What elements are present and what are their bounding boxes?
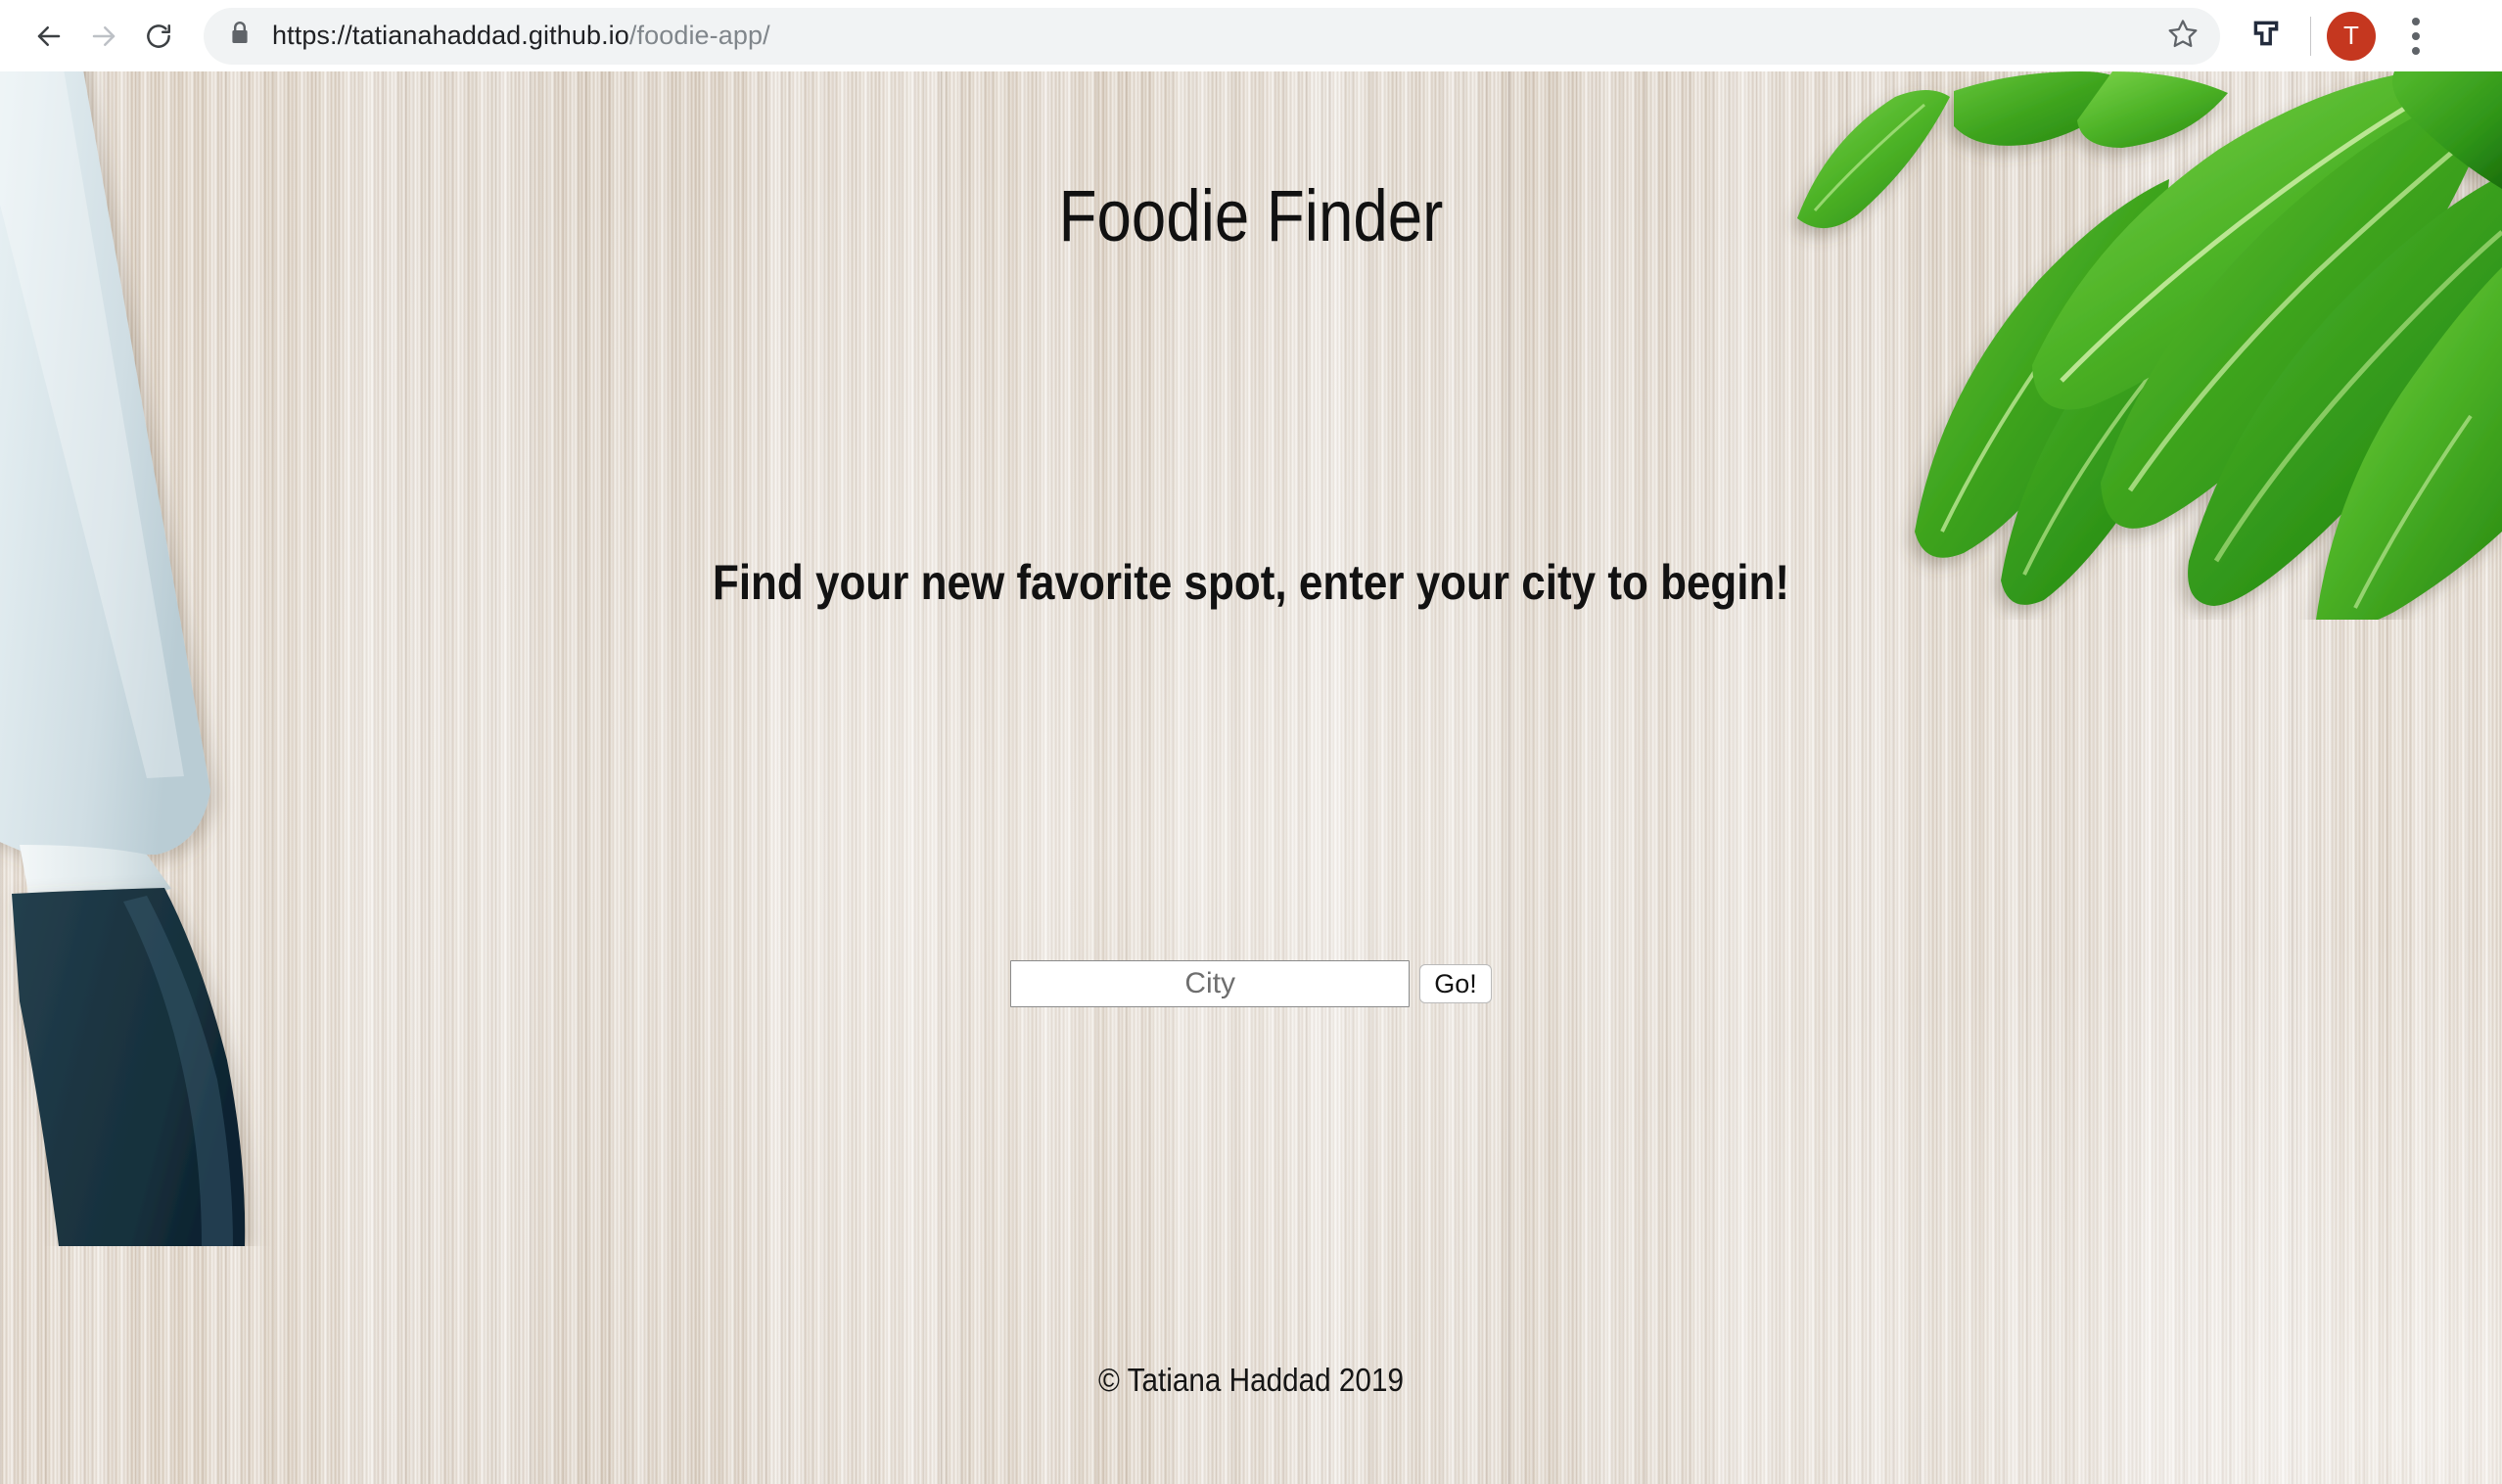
forward-arrow-icon <box>89 22 118 51</box>
tagline: Find your new favorite spot, enter your … <box>712 555 1790 610</box>
url-origin: https://tatianahaddad.github.io <box>272 21 629 50</box>
back-arrow-icon <box>34 22 64 51</box>
reload-icon <box>144 22 173 51</box>
three-dot-menu-button[interactable] <box>2389 8 2442 65</box>
lock-icon <box>229 21 251 51</box>
avatar-initial: T <box>2343 21 2359 50</box>
page-content: Foodie Finder Find your new favorite spo… <box>0 71 2502 1484</box>
extension-t-icon <box>2249 17 2283 55</box>
avatar[interactable]: T <box>2327 11 2376 61</box>
reload-button[interactable] <box>131 9 186 64</box>
page-viewport: Foodie Finder Find your new favorite spo… <box>0 71 2502 1484</box>
city-input[interactable] <box>1010 960 1411 1007</box>
bookmark-star-button[interactable] <box>2159 13 2206 60</box>
url-text: https://tatianahaddad.github.io/foodie-a… <box>272 21 770 51</box>
three-dot-menu-icon <box>2412 17 2420 55</box>
forward-button[interactable] <box>76 9 131 64</box>
browser-toolbar: https://tatianahaddad.github.io/foodie-a… <box>0 0 2502 71</box>
toolbar-divider <box>2310 16 2311 56</box>
city-search-form: Go! <box>0 960 2502 1007</box>
bookmark-star-icon <box>2167 18 2199 54</box>
url-path: /foodie-app/ <box>628 21 770 50</box>
extension-button[interactable] <box>2238 8 2294 65</box>
back-button[interactable] <box>22 9 76 64</box>
address-bar[interactable]: https://tatianahaddad.github.io/foodie-a… <box>204 7 2220 65</box>
go-button[interactable]: Go! <box>1419 964 1492 1003</box>
page-title: Foodie Finder <box>1058 175 1444 256</box>
footer-copyright: © Tatiana Haddad 2019 <box>1098 1362 1404 1398</box>
